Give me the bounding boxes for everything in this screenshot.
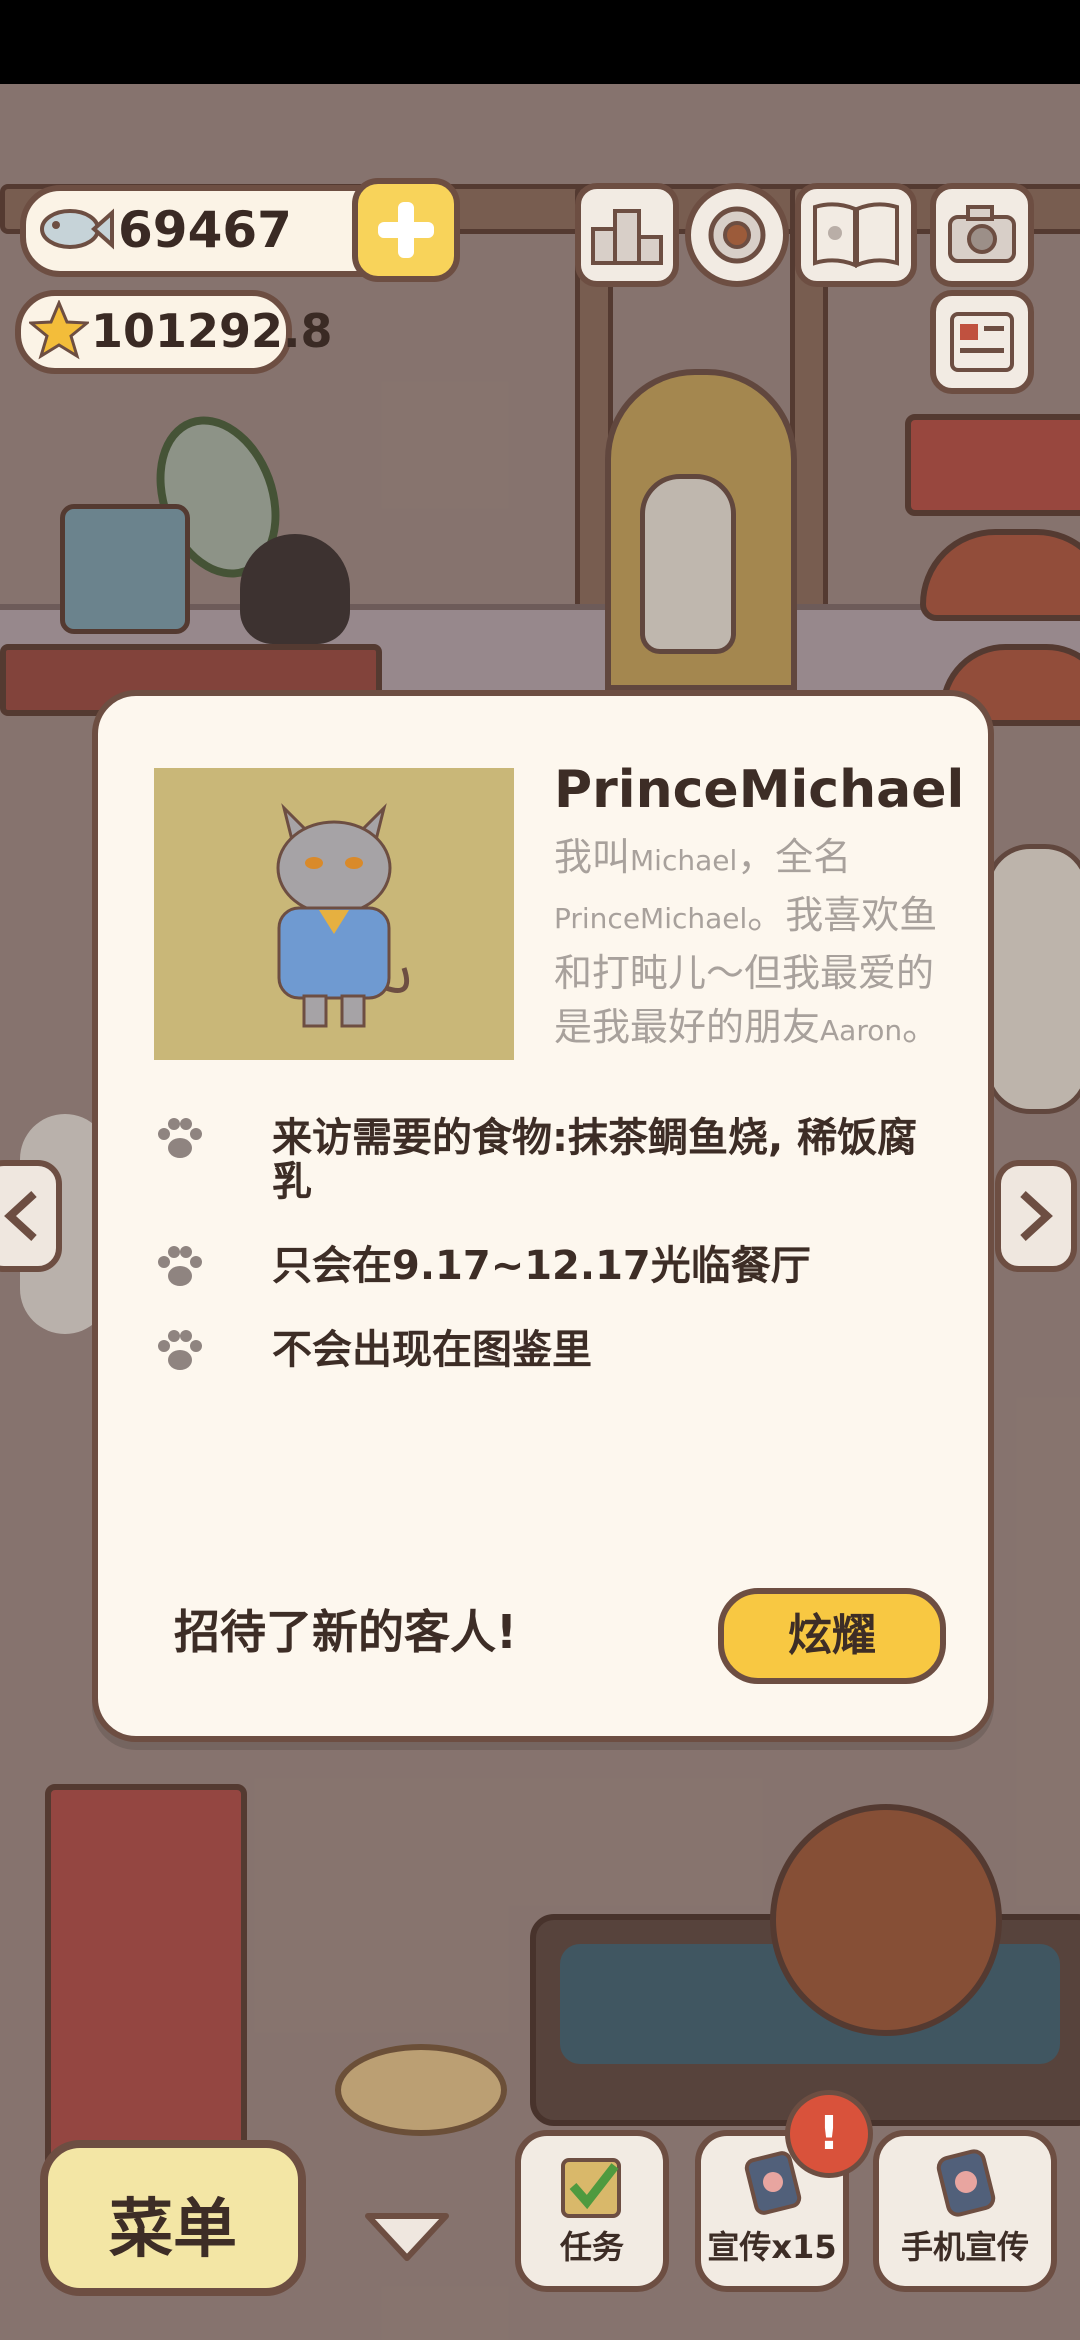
requirement-food: 来访需要的食物:抹茶鲷鱼烧, 稀饭腐乳 [154, 1116, 954, 1204]
ranking-button[interactable] [575, 183, 679, 287]
gear-icon [708, 206, 766, 264]
tasks-label: 任务 [559, 2228, 624, 2266]
phone-promotion-button[interactable]: 手机宣传 [873, 2130, 1057, 2292]
requirement-catalog: 不会出现在图鉴里 [154, 1328, 954, 1372]
requirement-list: 来访需要的食物:抹茶鲷鱼烧, 稀饭腐乳 只会在9.17~12.17光临餐厅 不会… [154, 1116, 954, 1412]
star-count: 101292.8 [91, 304, 333, 358]
customer-name: PrinceMichael [554, 760, 965, 820]
menu-label: 菜单 [109, 2193, 237, 2267]
customer-description: 我叫Michael，全名 PrinceMichael。我喜欢鱼 和打盹儿～但我最… [554, 835, 941, 1049]
paw-icon [158, 1330, 202, 1370]
requirement-date: 只会在9.17~12.17光临餐厅 [154, 1244, 954, 1288]
camera-button[interactable] [930, 183, 1034, 287]
promotion-alert-badge: ! [785, 2090, 873, 2178]
show-off-button[interactable]: 炫耀 [718, 1588, 946, 1684]
star-icon [29, 300, 89, 360]
fish-count: 69467 [118, 201, 292, 259]
camera-icon [948, 205, 1016, 263]
add-currency-button[interactable] [352, 178, 460, 282]
checklist-icon [561, 2158, 621, 2218]
newspaper-button[interactable] [930, 290, 1034, 394]
plus-icon [378, 202, 434, 258]
previous-arrow[interactable] [0, 1160, 62, 1272]
cat-portrait-image [276, 803, 410, 1028]
phone-promotion-label: 手机宣传 [900, 2228, 1029, 2266]
promotion-label: 宣传x15 [707, 2228, 837, 2266]
customer-portrait [154, 768, 514, 1060]
ranking-icon [591, 209, 663, 265]
paw-icon [158, 1246, 202, 1286]
status-bar [0, 0, 1080, 84]
paw-icon [158, 1118, 202, 1158]
new-customer-dialog: PrinceMichael 我叫Michael，全名 PrinceMichael… [92, 690, 994, 1742]
star-currency: 101292.8 [15, 290, 333, 374]
chevron-down-icon[interactable] [362, 2210, 452, 2265]
chevron-right-icon [1020, 1191, 1053, 1241]
catalog-button[interactable] [795, 183, 917, 287]
tasks-button[interactable]: 任务 [515, 2130, 669, 2292]
settings-button[interactable] [685, 183, 789, 287]
new-guest-message: 招待了新的客人! [174, 1605, 517, 1659]
next-arrow[interactable] [995, 1160, 1077, 1272]
fish-icon [40, 208, 114, 250]
phone-icon [936, 2149, 996, 2217]
menu-button[interactable]: 菜单 [40, 2140, 306, 2296]
chevron-left-icon [4, 1191, 37, 1241]
newspaper-icon [950, 312, 1014, 372]
book-icon [813, 202, 899, 268]
